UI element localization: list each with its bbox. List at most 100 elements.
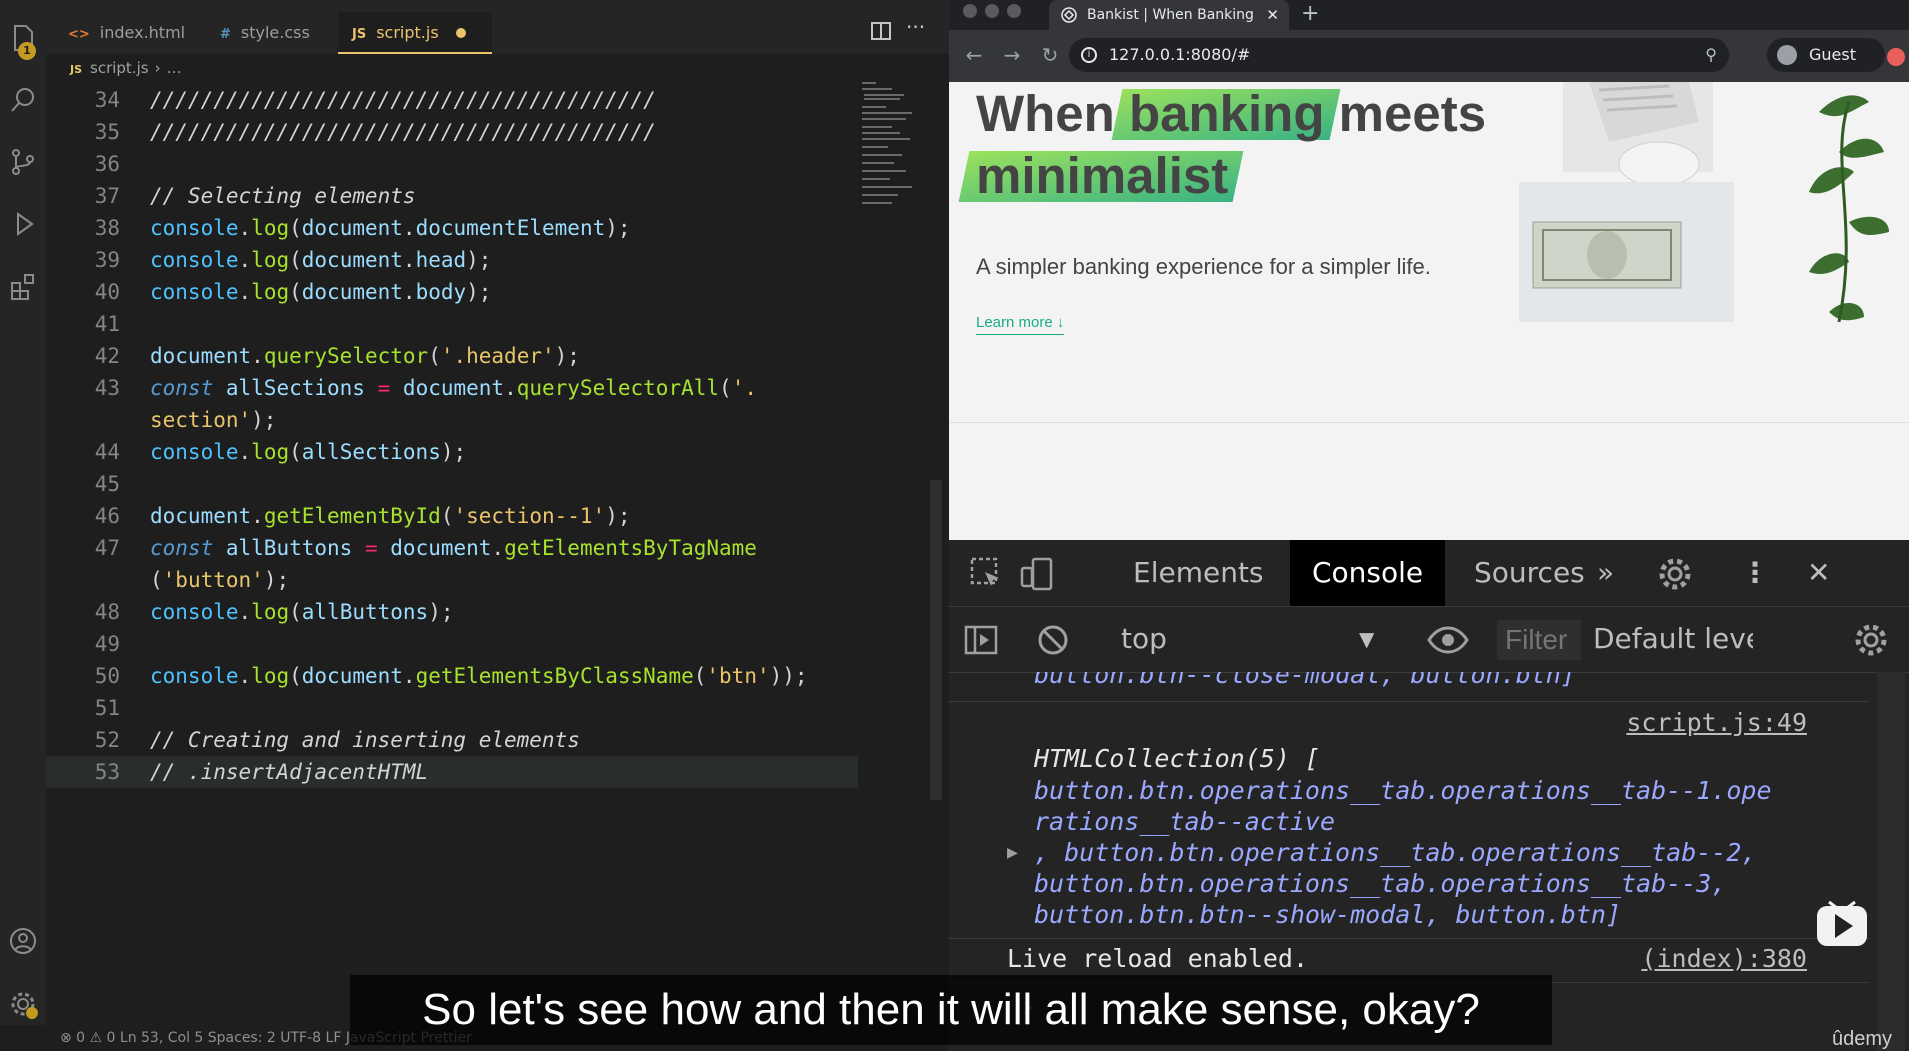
code-line: 48 console.log(allButtons);: [94, 600, 454, 624]
console-line: , button.btn.operations__tab.operations_…: [1034, 838, 1757, 867]
play-icon[interactable]: [1815, 900, 1869, 948]
tab-label: index.html: [99, 23, 186, 42]
kebab-menu-icon[interactable]: ⋮: [1719, 540, 1791, 606]
tab-elements[interactable]: Elements: [1111, 540, 1286, 606]
close-devtools-icon[interactable]: ✕: [1785, 540, 1852, 606]
code-line: 43 const allSections = document.querySele…: [94, 376, 757, 400]
code-editor-window: 1 <> index.html # style.css JS script.js: [0, 0, 949, 1051]
log-levels-select[interactable]: Default levels: [1593, 606, 1753, 672]
css-file-icon: #: [220, 27, 231, 42]
breadcrumb: JS script.js ›…: [46, 54, 949, 82]
hero-image: [1519, 82, 1889, 322]
tab-style-css[interactable]: # style.css: [206, 12, 310, 54]
extensions-icon[interactable]: [7, 270, 39, 302]
more-actions-icon[interactable]: ···: [906, 17, 928, 42]
clear-console-icon[interactable]: [1035, 622, 1071, 658]
console-divider: [949, 701, 1869, 702]
code-line: 45: [94, 472, 120, 496]
code-line: 34//////////////////////////////////////…: [94, 88, 656, 112]
device-toolbar-icon[interactable]: [1019, 556, 1055, 592]
close-tab-icon[interactable]: ✕: [1266, 0, 1279, 30]
code-line: 49: [94, 632, 120, 656]
tab-script-js[interactable]: JS script.js: [338, 12, 492, 54]
activity-bar: 1: [0, 0, 46, 1051]
chevron-down-icon: ▼: [1359, 627, 1375, 651]
browser-tab[interactable]: Bankist | When Banking meets ✕: [1049, 0, 1289, 53]
profile-button[interactable]: Guest: [1767, 38, 1885, 72]
console-line: button.btn--close-modal, button.btn]: [1034, 672, 1576, 689]
bankist-favicon-icon: [1061, 7, 1077, 23]
code-line: ('button');: [150, 568, 290, 592]
learn-more-link[interactable]: Learn more ↓: [976, 314, 1065, 335]
explorer-badge: 1: [18, 42, 36, 60]
tab-console[interactable]: Console: [1290, 540, 1446, 606]
sidebar-toggle-icon[interactable]: [963, 622, 999, 658]
code-line: 50 console.log(document.getElementsByClas…: [94, 664, 808, 688]
run-debug-icon[interactable]: [7, 208, 39, 240]
forward-icon[interactable]: →: [999, 42, 1025, 68]
live-expression-eye-icon[interactable]: [1427, 622, 1469, 658]
search-icon[interactable]: [7, 84, 39, 116]
console-scrollbar[interactable]: [1877, 672, 1905, 1051]
address-bar[interactable]: i 127.0.0.1:8080/# ⚲: [1069, 38, 1729, 72]
source-link[interactable]: (index):380: [1641, 944, 1807, 973]
settings-gear-icon[interactable]: [7, 988, 39, 1020]
reload-icon[interactable]: ↻: [1037, 42, 1063, 68]
context-select[interactable]: top ▼: [1121, 606, 1374, 672]
code-line: 46 document.getElementById('section--1');: [94, 504, 631, 528]
code-line: 47 const allButtons = document.getElement…: [94, 536, 757, 560]
js-file-icon: JS: [352, 27, 367, 42]
hero-title-line-2: minimalist: [976, 147, 1229, 204]
devtools-tab-bar: Elements Console Sources » ⋮ ✕: [949, 540, 1909, 607]
back-icon[interactable]: ←: [961, 42, 987, 68]
avatar-icon: [1777, 45, 1797, 65]
close-window-dot[interactable]: [963, 4, 977, 18]
browser-tab-strip: Bankist | When Banking meets ✕ +: [949, 0, 1909, 53]
filter-input[interactable]: [1497, 620, 1581, 660]
editor-tab-bar: <> index.html # style.css JS script.js ···: [46, 0, 949, 54]
inspect-element-icon[interactable]: [969, 556, 1005, 592]
breadcrumb-file[interactable]: script.js: [90, 59, 149, 77]
console-toolbar: top ▼ Default levels: [949, 606, 1909, 673]
code-line: 36: [94, 152, 120, 176]
settings-gear-icon[interactable]: [1657, 556, 1693, 592]
account-icon[interactable]: [7, 925, 39, 957]
console-line: rations__tab--active: [1034, 807, 1336, 836]
breadcrumb-symbol[interactable]: …: [167, 59, 182, 77]
editor-scrollbar[interactable]: [930, 480, 942, 800]
split-editor-icon[interactable]: [870, 20, 892, 42]
html-file-icon: <>: [68, 27, 90, 42]
new-tab-icon[interactable]: +: [1301, 0, 1319, 28]
code-line: 44 console.log(allSections);: [94, 440, 467, 464]
console-settings-gear-icon[interactable]: [1853, 622, 1889, 658]
code-line: 37// Selecting elements: [94, 184, 416, 208]
code-area[interactable]: 34//////////////////////////////////////…: [46, 82, 936, 1022]
maximize-window-dot[interactable]: [1007, 4, 1021, 18]
console-line: button.btn.btn--show-modal, button.btn]: [1034, 900, 1621, 929]
section-divider: [949, 422, 1909, 423]
udemy-logo: ûdemy: [1832, 1028, 1893, 1050]
search-icon[interactable]: ⚲: [1705, 38, 1717, 72]
update-icon[interactable]: [1887, 48, 1905, 66]
code-line: 52// Creating and inserting elements: [94, 728, 580, 752]
collection-header: HTMLCollection(5) [: [1034, 744, 1320, 773]
minimize-window-dot[interactable]: [985, 4, 999, 18]
profile-label: Guest: [1809, 45, 1856, 64]
unsaved-dot-icon[interactable]: [456, 28, 466, 38]
hero-title-line-1: When banking meets: [976, 85, 1487, 142]
code-line: section');: [150, 408, 277, 432]
source-link[interactable]: script.js:49: [1626, 708, 1807, 737]
code-line-current: 53// .insertAdjacentHTML: [46, 756, 858, 788]
source-control-icon[interactable]: [7, 146, 39, 178]
site-info-icon[interactable]: i: [1081, 47, 1097, 63]
more-tabs-icon[interactable]: »: [1575, 540, 1636, 606]
tab-label: style.css: [240, 23, 310, 42]
minimap[interactable]: [860, 80, 930, 230]
hero-subtitle: A simpler banking experience for a simpl…: [976, 254, 1431, 279]
tab-index-html[interactable]: <> index.html: [54, 12, 185, 54]
expand-triangle-icon[interactable]: ▶: [1007, 842, 1018, 863]
webpage-viewport[interactable]: When banking meets minimalist A simpler …: [949, 82, 1909, 540]
console-line: button.btn.operations__tab.operations__t…: [1034, 869, 1727, 898]
console-divider: [949, 938, 1869, 939]
code-line: 40 console.log(document.body);: [94, 280, 492, 304]
